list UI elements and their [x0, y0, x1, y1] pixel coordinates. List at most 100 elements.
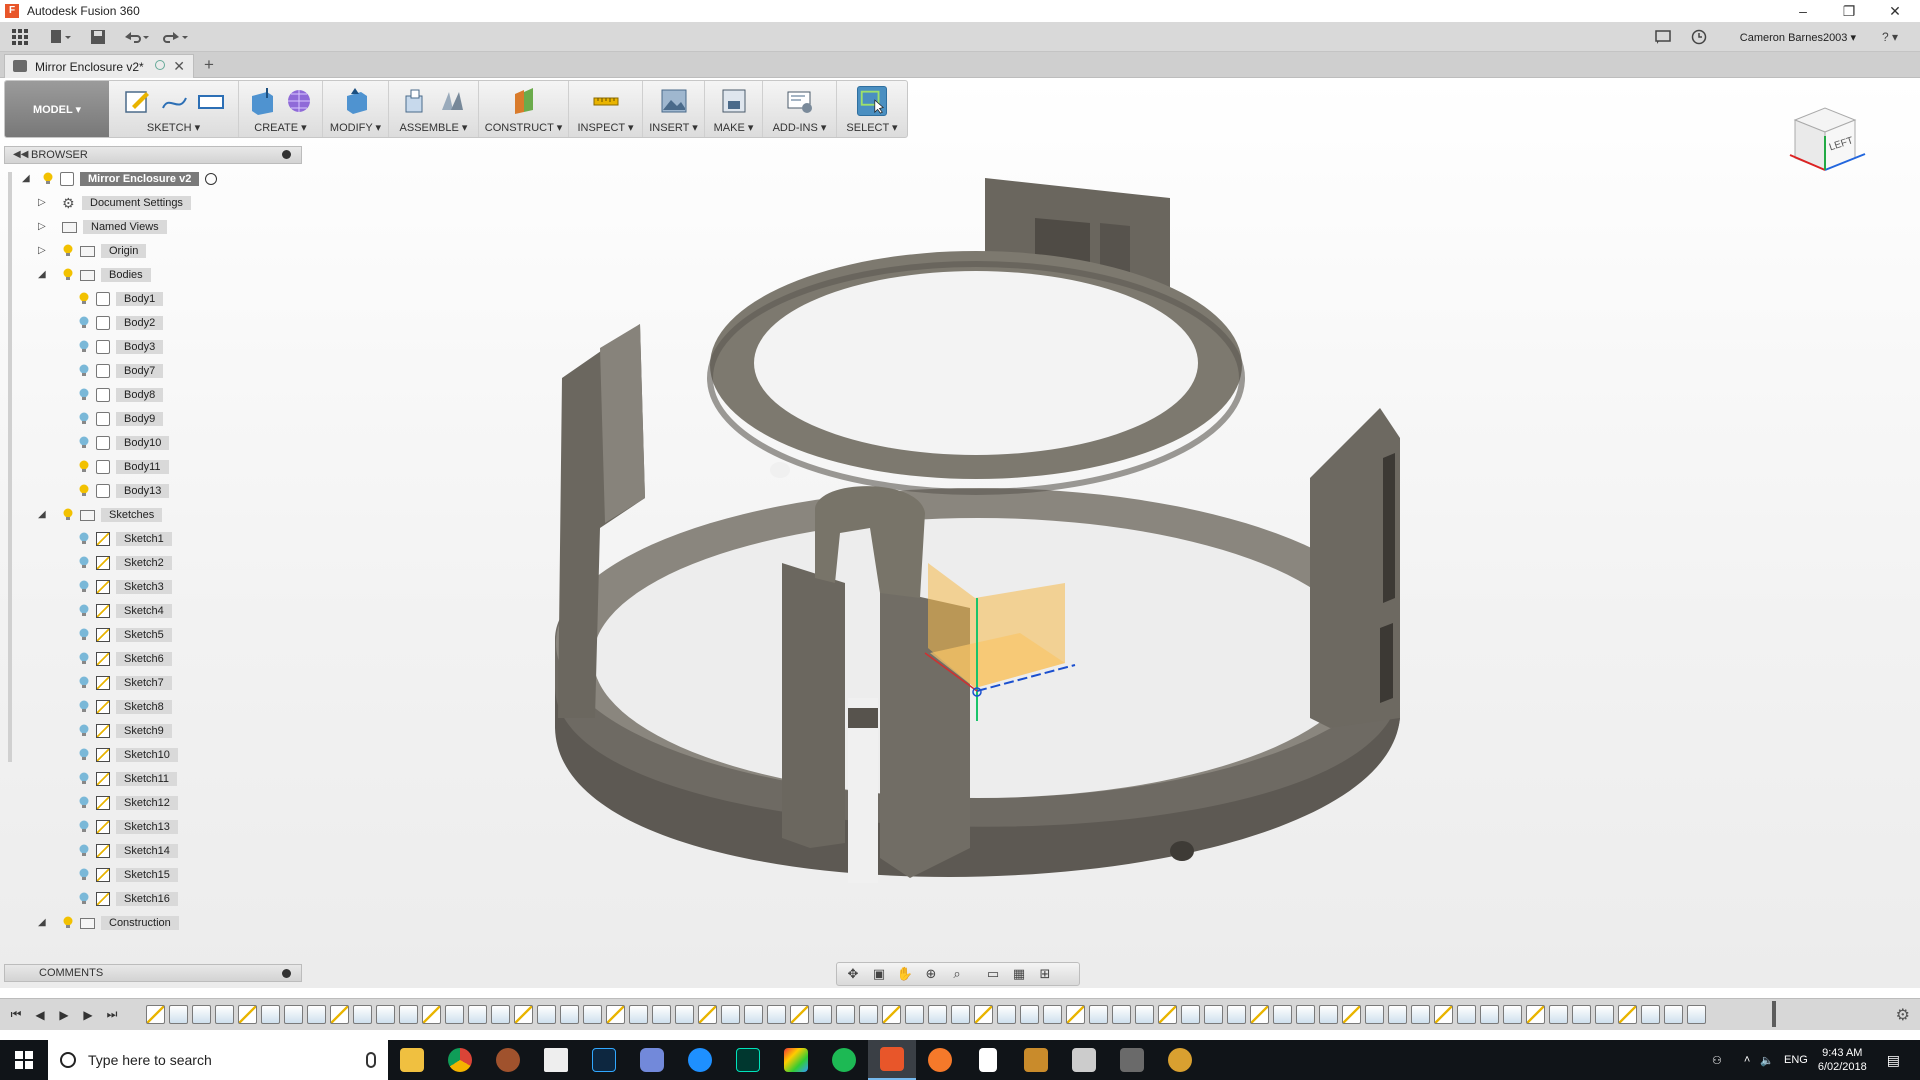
- timeline-feature-icon[interactable]: [675, 1005, 694, 1024]
- timeline-feature-icon[interactable]: [1250, 1005, 1269, 1024]
- timeline-feature-icon[interactable]: [606, 1005, 625, 1024]
- sketch-node[interactable]: Sketch3: [78, 578, 172, 596]
- timeline-feature-icon[interactable]: [537, 1005, 556, 1024]
- timeline-feature-icon[interactable]: [1365, 1005, 1384, 1024]
- audition-icon[interactable]: [724, 1040, 772, 1080]
- extrude-icon[interactable]: [247, 86, 277, 116]
- color-app-icon[interactable]: [772, 1040, 820, 1080]
- blender-icon[interactable]: [916, 1040, 964, 1080]
- timeline-feature-icon[interactable]: [1664, 1005, 1683, 1024]
- visibility-bulb-icon[interactable]: [78, 580, 90, 594]
- timeline-feature-icon[interactable]: [1181, 1005, 1200, 1024]
- timeline-feature-icon[interactable]: [514, 1005, 533, 1024]
- spotify-icon[interactable]: [820, 1040, 868, 1080]
- look-at-icon[interactable]: ▣: [869, 966, 889, 982]
- timeline-feature-icon[interactable]: [1204, 1005, 1223, 1024]
- timeline-feature-icon[interactable]: [215, 1005, 234, 1024]
- body-node[interactable]: Body10: [78, 434, 170, 452]
- timeline-feature-icon[interactable]: [882, 1005, 901, 1024]
- joint-icon[interactable]: [437, 86, 467, 116]
- browser-pin-icon[interactable]: [282, 150, 291, 159]
- pan-hand-icon[interactable]: ✋: [895, 966, 915, 982]
- timeline-feature-icon[interactable]: [1618, 1005, 1637, 1024]
- create-sketch-icon[interactable]: [122, 86, 152, 116]
- volume-icon[interactable]: 🔈: [1760, 1054, 1774, 1067]
- offset-plane-icon[interactable]: [509, 86, 539, 116]
- timeline-feature-icon[interactable]: [721, 1005, 740, 1024]
- sketch-node[interactable]: Sketch11: [78, 770, 178, 788]
- canvas-viewport[interactable]: [0, 78, 1920, 988]
- timeline-feature-icon[interactable]: [560, 1005, 579, 1024]
- job-status-icon[interactable]: [1648, 22, 1678, 52]
- timeline-feature-icon[interactable]: [1273, 1005, 1292, 1024]
- photoshop-icon[interactable]: [580, 1040, 628, 1080]
- visibility-bulb-icon[interactable]: [78, 724, 90, 738]
- assemble-group[interactable]: ASSEMBLE ▾: [389, 81, 479, 137]
- body-node[interactable]: Body3: [78, 338, 164, 356]
- undo-icon[interactable]: [116, 22, 156, 52]
- app-icon-17[interactable]: [1156, 1040, 1204, 1080]
- timeline-feature-icon[interactable]: [422, 1005, 441, 1024]
- redo-icon[interactable]: [156, 22, 196, 52]
- expand-arrow-icon[interactable]: ▷: [38, 222, 48, 232]
- timeline-feature-icon[interactable]: [1480, 1005, 1499, 1024]
- timeline-feature-icon[interactable]: [468, 1005, 487, 1024]
- timeline-feature-icon[interactable]: [1388, 1005, 1407, 1024]
- sketch-node[interactable]: Sketch9: [78, 722, 172, 740]
- visibility-bulb-icon[interactable]: [78, 316, 90, 330]
- visibility-bulb-icon[interactable]: [78, 676, 90, 690]
- close-button[interactable]: ✕: [1872, 0, 1918, 22]
- timeline-last-icon[interactable]: ⏭: [100, 1007, 124, 1022]
- timeline-feature-icon[interactable]: [1342, 1005, 1361, 1024]
- display-settings-icon[interactable]: ▭: [983, 966, 1003, 982]
- timeline-feature-icon[interactable]: [1434, 1005, 1453, 1024]
- browser-scrollbar[interactable]: [8, 172, 12, 762]
- sketch-node[interactable]: Sketch1: [78, 530, 172, 548]
- bodies-folder-node[interactable]: ◢ Bodies: [38, 266, 151, 284]
- visibility-bulb-icon[interactable]: [78, 772, 90, 786]
- visibility-bulb-icon[interactable]: [78, 556, 90, 570]
- app-icon-16[interactable]: [1108, 1040, 1156, 1080]
- sketch-node[interactable]: Sketch2: [78, 554, 172, 572]
- tray-overflow-icon[interactable]: ˄: [1744, 1054, 1750, 1066]
- visibility-bulb-icon[interactable]: [78, 340, 90, 354]
- timeline-feature-icon[interactable]: [905, 1005, 924, 1024]
- sketch-node[interactable]: Sketch16: [78, 890, 178, 908]
- timeline-feature-icon[interactable]: [1687, 1005, 1706, 1024]
- file-menu-icon[interactable]: [40, 22, 80, 52]
- visibility-bulb-icon[interactable]: [78, 412, 90, 426]
- timeline-feature-icon[interactable]: [974, 1005, 993, 1024]
- language-indicator[interactable]: ENG: [1784, 1054, 1808, 1066]
- timeline-feature-icon[interactable]: [1089, 1005, 1108, 1024]
- save-icon[interactable]: [80, 22, 116, 52]
- expand-arrow-icon[interactable]: ▷: [38, 246, 48, 256]
- visibility-bulb-icon[interactable]: [78, 796, 90, 810]
- mirror-enclosure-model[interactable]: [555, 178, 1400, 883]
- sketch-node[interactable]: Sketch13: [78, 818, 178, 836]
- timeline-feature-icon[interactable]: [491, 1005, 510, 1024]
- discord-icon[interactable]: [628, 1040, 676, 1080]
- timeline-feature-icon[interactable]: [813, 1005, 832, 1024]
- visibility-bulb-icon[interactable]: [62, 508, 74, 522]
- body-node[interactable]: Body9: [78, 410, 164, 428]
- timeline-feature-icon[interactable]: [1020, 1005, 1039, 1024]
- orbit-icon[interactable]: ✥: [843, 966, 863, 982]
- 3d-print-icon[interactable]: [719, 86, 749, 116]
- timeline-feature-icon[interactable]: [1135, 1005, 1154, 1024]
- timeline-feature-icon[interactable]: [1526, 1005, 1545, 1024]
- visibility-bulb-icon[interactable]: [78, 460, 90, 474]
- document-icon[interactable]: [964, 1040, 1012, 1080]
- visibility-bulb-icon[interactable]: [62, 916, 74, 930]
- timeline-feature-icon[interactable]: [744, 1005, 763, 1024]
- view-cube[interactable]: LEFT: [1780, 100, 1870, 190]
- snipping-tool-icon[interactable]: [1060, 1040, 1108, 1080]
- expand-arrow-icon[interactable]: ▷: [38, 198, 48, 208]
- visibility-bulb-icon[interactable]: [78, 892, 90, 906]
- line-tool-icon[interactable]: [159, 86, 189, 116]
- collapse-browser-icon[interactable]: ◀◀: [13, 149, 28, 160]
- timeline-feature-icon[interactable]: [1112, 1005, 1131, 1024]
- timeline-feature-icon[interactable]: [169, 1005, 188, 1024]
- model-canvas[interactable]: [0, 78, 1920, 988]
- timeline-feature-icon[interactable]: [767, 1005, 786, 1024]
- ccleaner-icon[interactable]: [676, 1040, 724, 1080]
